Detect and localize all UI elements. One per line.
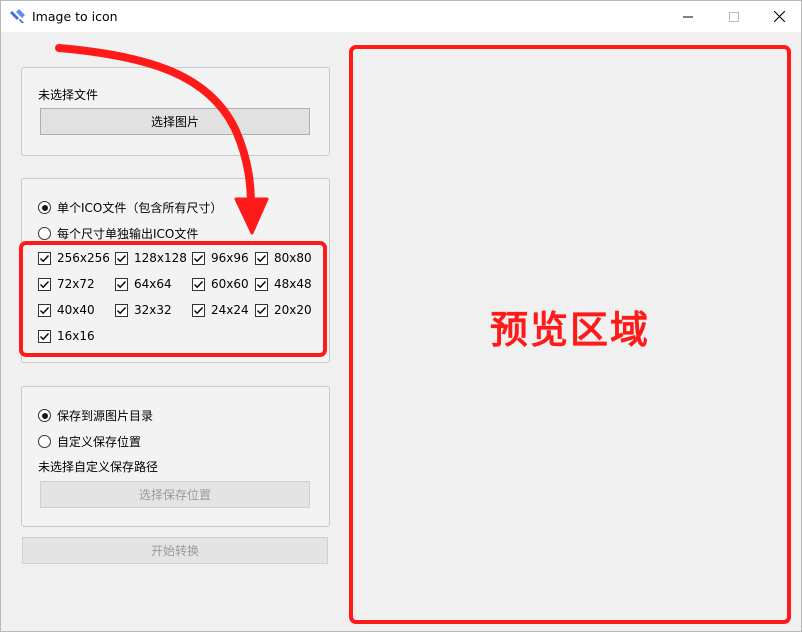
window-title: Image to icon [32, 9, 118, 24]
start-convert-button[interactable]: 开始转换 [22, 537, 328, 564]
preview-label: 预览区域 [489, 308, 650, 352]
minimize-button[interactable] [665, 1, 711, 32]
radio-indicator [38, 227, 51, 240]
close-button[interactable] [756, 1, 802, 32]
custom-path-status: 未选择自定义保存路径 [38, 460, 159, 474]
size-options-highlight [19, 241, 327, 357]
radio-single-ico[interactable]: 单个ICO文件（包含所有尺寸） [38, 199, 222, 216]
radio-separate-ico[interactable]: 每个尺寸单独输出ICO文件 [38, 225, 198, 242]
minimize-icon [683, 16, 693, 17]
radio-label: 单个ICO文件（包含所有尺寸） [57, 201, 223, 215]
maximize-icon [729, 11, 739, 22]
preview-area: 预览区域 [349, 45, 791, 624]
radio-custom-location[interactable]: 自定义保存位置 [38, 433, 141, 450]
radio-label: 自定义保存位置 [57, 435, 142, 449]
maximize-button[interactable] [711, 1, 757, 32]
radio-save-source-dir[interactable]: 保存到源图片目录 [38, 407, 153, 424]
file-status-label: 未选择文件 [38, 88, 99, 102]
select-image-button[interactable]: 选择图片 [40, 108, 310, 135]
radio-indicator [38, 409, 51, 422]
radio-indicator [38, 201, 51, 214]
close-icon [773, 11, 785, 22]
radio-indicator [38, 435, 51, 448]
app-window: Image to icon 未选择文件 选择图片 单个ICO文件（包含所有尺寸）… [0, 0, 802, 632]
radio-label: 保存到源图片目录 [57, 409, 154, 423]
choose-save-location-button[interactable]: 选择保存位置 [40, 481, 310, 508]
title-bar[interactable]: Image to icon [1, 1, 801, 32]
app-logo-icon [10, 9, 25, 23]
radio-label: 每个尺寸单独输出ICO文件 [57, 227, 199, 241]
